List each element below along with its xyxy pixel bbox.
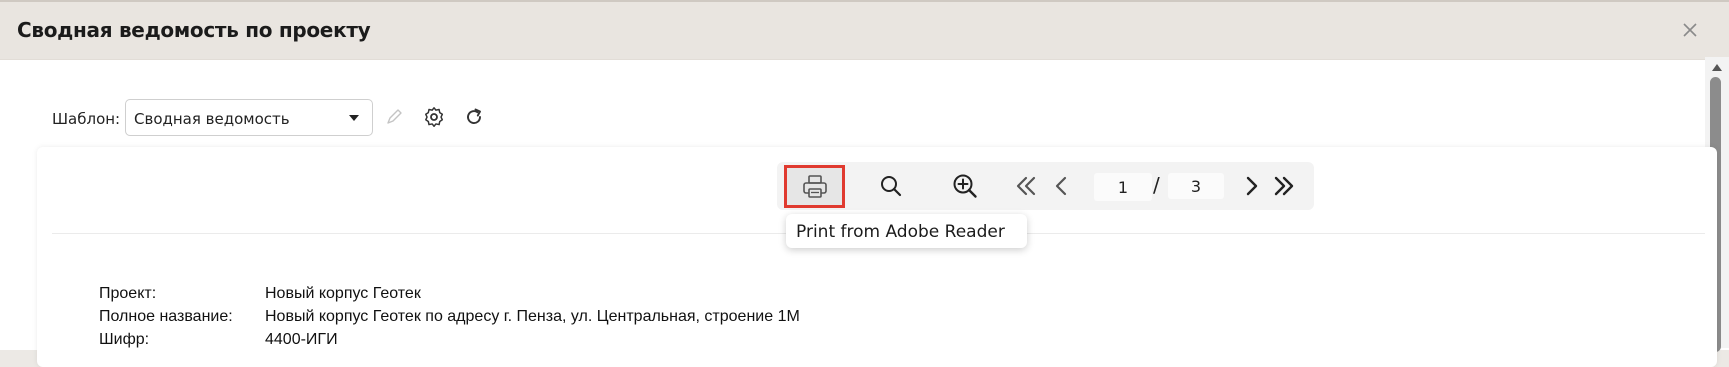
next-page-icon <box>1246 176 1258 196</box>
last-page-button[interactable] <box>1269 162 1299 210</box>
code-value: 4400-ИГИ <box>265 331 338 348</box>
zoom-in-button[interactable] <box>947 162 983 210</box>
last-page-icon <box>1274 176 1294 196</box>
prev-page-icon <box>1055 176 1067 196</box>
template-settings-button[interactable] <box>423 106 445 128</box>
refresh-icon <box>467 108 481 124</box>
code-label: Шифр: <box>99 331 150 348</box>
first-page-button[interactable] <box>1011 162 1041 210</box>
close-icon <box>1683 23 1697 37</box>
prev-page-button[interactable] <box>1049 162 1073 210</box>
dialog-header: Сводная ведомость по проекту <box>0 2 1729 60</box>
first-page-icon <box>1016 176 1036 196</box>
pencil-icon <box>387 109 402 124</box>
dialog-title: Сводная ведомость по проекту <box>17 18 371 42</box>
search-button[interactable] <box>873 162 909 210</box>
pdf-toolbar <box>777 162 1314 210</box>
project-label: Проект: <box>99 285 157 302</box>
search-icon <box>881 176 902 197</box>
chevron-down-icon <box>349 115 359 121</box>
project-value: Новый корпус Геотек <box>265 285 421 302</box>
printer-icon <box>802 174 827 198</box>
full-name-label: Полное название: <box>99 308 233 325</box>
template-select[interactable]: Сводная ведомость <box>125 99 373 136</box>
total-pages-box: 3 <box>1168 173 1224 199</box>
print-button[interactable] <box>784 165 845 208</box>
scroll-up-arrow-icon[interactable] <box>1712 64 1722 71</box>
next-page-button[interactable] <box>1240 162 1264 210</box>
template-select-value: Сводная ведомость <box>134 110 290 128</box>
gear-icon <box>425 107 444 127</box>
total-pages: 3 <box>1190 177 1202 196</box>
refresh-button[interactable] <box>463 106 485 128</box>
template-label: Шаблон: <box>52 110 121 128</box>
print-tooltip: Print from Adobe Reader <box>786 214 1027 248</box>
page-separator: / <box>1153 173 1160 197</box>
print-tooltip-text: Print from Adobe Reader <box>796 222 1005 242</box>
close-button[interactable] <box>1680 20 1700 40</box>
edit-template-button[interactable] <box>383 106 405 128</box>
full-name-value: Новый корпус Геотек по адресу г. Пенза, … <box>265 308 800 325</box>
zoom-in-icon <box>953 174 977 198</box>
current-page-input[interactable] <box>1094 173 1152 201</box>
